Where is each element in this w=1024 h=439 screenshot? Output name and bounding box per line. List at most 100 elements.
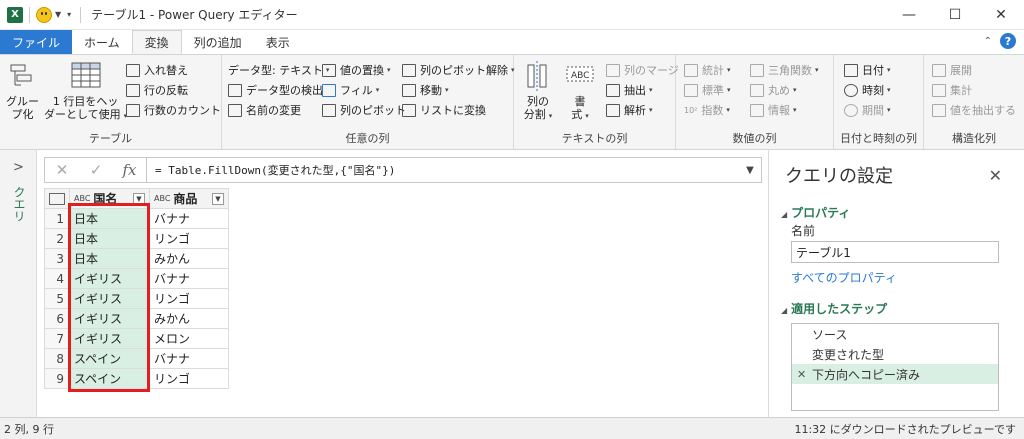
cell-country[interactable]: スペイン [69, 348, 150, 369]
queries-pane-collapsed[interactable]: > クエリ [0, 150, 37, 417]
row-number[interactable]: 4 [44, 268, 70, 289]
quick-access-dropdown-icon[interactable]: ▾ [67, 10, 71, 19]
filter-dropdown-icon[interactable]: ▼ [212, 192, 224, 205]
expand-formula-chevron-icon[interactable]: ▼ [739, 165, 761, 176]
reverse-rows-button[interactable]: 行の反転 [126, 81, 188, 99]
parse-button[interactable]: 解析 ▾ [606, 101, 653, 119]
cell-product[interactable]: バナナ [149, 208, 229, 229]
duration-button[interactable]: 期間 ▾ [844, 101, 891, 119]
step-label: 下方向へコピー済み [812, 367, 921, 382]
close-settings-icon[interactable]: ✕ [989, 166, 1002, 185]
help-icon[interactable]: ? [1000, 33, 1016, 49]
expand-queries-chevron-icon[interactable]: > [13, 160, 24, 175]
cell-country[interactable]: イギリス [69, 328, 150, 349]
extract-button[interactable]: 抽出 ▾ [606, 81, 653, 99]
cell-country[interactable]: 日本 [69, 248, 150, 269]
replace-values-button[interactable]: 値の置換 ▾ [322, 61, 391, 79]
expand-button[interactable]: 展開 [932, 61, 972, 79]
cell-product[interactable]: リンゴ [149, 288, 229, 309]
applied-steps-section-header[interactable]: ◢ 適用したステップ [781, 300, 887, 317]
all-properties-link[interactable]: すべてのプロパティ [791, 269, 897, 286]
move-dropdown-icon: ▾ [445, 86, 449, 94]
cell-country[interactable]: イギリス [69, 308, 150, 329]
statistics-button[interactable]: 統計 ▾ [684, 61, 731, 79]
standard-button[interactable]: 標準 ▾ [684, 81, 731, 99]
cell-country[interactable]: 日本 [69, 228, 150, 249]
step-item-selected[interactable]: ✕ 下方向へコピー済み [792, 364, 998, 384]
pivot-column-button[interactable]: 列のピボット [322, 101, 406, 119]
step-item[interactable]: 変更された型 [792, 344, 998, 364]
split-column-button[interactable]: 列の 分割 ▾ [522, 61, 554, 123]
row-number[interactable]: 6 [44, 308, 70, 329]
rename-button[interactable]: 名前の変更 [228, 101, 301, 119]
move-button[interactable]: 移動 ▾ [402, 81, 449, 99]
cancel-formula-button[interactable]: ✕ [45, 158, 79, 182]
merge-columns-button[interactable]: 列のマージ [606, 61, 679, 79]
aggregate-button[interactable]: 集計 [932, 81, 972, 99]
table-menu-corner[interactable] [44, 188, 70, 209]
query-name-input[interactable]: テーブル1 [791, 241, 999, 263]
cell-country[interactable]: 日本 [69, 208, 150, 229]
row-number[interactable]: 1 [44, 208, 70, 229]
close-window-button[interactable]: ✕ [978, 0, 1024, 30]
cell-country[interactable]: イギリス [69, 268, 150, 289]
smiley-feedback-icon[interactable] [36, 6, 52, 23]
date-button[interactable]: 日付 ▾ [844, 61, 891, 79]
expand-icon [932, 63, 946, 77]
extract-values-button[interactable]: 値を抽出する [932, 101, 1016, 119]
format-button[interactable]: ABC 書 式 ▾ [564, 61, 596, 123]
row-number[interactable]: 2 [44, 228, 70, 249]
fill-button[interactable]: フィル ▾ [322, 81, 379, 99]
cell-product[interactable]: メロン [149, 328, 229, 349]
tab-home[interactable]: ホーム [72, 30, 132, 54]
group-by-button[interactable]: グルー プ化 [6, 61, 39, 121]
fx-icon[interactable]: fx [113, 158, 147, 182]
row-number[interactable]: 7 [44, 328, 70, 349]
cell-product[interactable]: リンゴ [149, 228, 229, 249]
cell-product[interactable]: みかん [149, 308, 229, 329]
cell-product[interactable]: リンゴ [149, 368, 229, 389]
text-type-icon[interactable]: ABC [74, 194, 90, 203]
formula-input[interactable]: = Table.FillDown(変更された型,{"国名"}) [147, 162, 739, 178]
duration-dropdown-icon: ▾ [887, 106, 891, 114]
tab-file[interactable]: ファイル [0, 30, 73, 54]
step-item[interactable]: ソース [792, 324, 998, 344]
delete-step-icon[interactable]: ✕ [797, 368, 806, 381]
rounding-button[interactable]: 丸め ▾ [750, 81, 797, 99]
tab-add-column[interactable]: 列の追加 [182, 30, 254, 54]
unpivot-button[interactable]: 列のピボット解除 ▾ [402, 61, 515, 79]
collapse-ribbon-icon[interactable]: ⌃ [984, 36, 992, 47]
row-number[interactable]: 5 [44, 288, 70, 309]
text-type-icon[interactable]: ABC [154, 194, 170, 203]
convert-to-list-button[interactable]: リストに変換 [402, 101, 486, 119]
column-header-country[interactable]: ABC 国名 ▼ [69, 188, 150, 209]
cell-country[interactable]: スペイン [69, 368, 150, 389]
tab-view[interactable]: 表示 [254, 30, 302, 54]
column-header-product[interactable]: ABC 商品 ▼ [149, 188, 229, 209]
row-number[interactable]: 3 [44, 248, 70, 269]
confirm-formula-button[interactable]: ✓ [79, 158, 113, 182]
trigonometry-button[interactable]: 三角関数 ▾ [750, 61, 819, 79]
row-number[interactable]: 8 [44, 348, 70, 369]
cell-product[interactable]: バナナ [149, 348, 229, 369]
queries-pane-label[interactable]: クエリ [11, 186, 28, 222]
cell-country[interactable]: イギリス [69, 288, 150, 309]
information-button[interactable]: 情報 ▾ [750, 101, 797, 119]
datatype-dropdown[interactable]: データ型: テキスト ▾ [228, 61, 329, 79]
minimize-button[interactable]: — [886, 0, 932, 30]
filter-dropdown-icon[interactable]: ▼ [133, 192, 145, 205]
smiley-dropdown-icon[interactable]: ▼ [55, 10, 61, 19]
cell-product[interactable]: みかん [149, 248, 229, 269]
scientific-button[interactable]: 10² 指数 ▾ [684, 101, 730, 119]
count-rows-button[interactable]: 行数のカウント [126, 101, 221, 119]
cell-product[interactable]: バナナ [149, 268, 229, 289]
transpose-button[interactable]: 入れ替え [126, 61, 188, 79]
maximize-button[interactable]: ☐ [932, 0, 978, 30]
time-button[interactable]: 時刻 ▾ [844, 81, 891, 99]
group-by-label-1: グルー [6, 95, 39, 108]
use-first-row-button[interactable]: 1 行目をヘッ ダーとして使用 ▾ [44, 61, 127, 123]
properties-section-header[interactable]: ◢ プロパティ [781, 204, 850, 221]
row-number[interactable]: 9 [44, 368, 70, 389]
detect-datatype-button[interactable]: データ型の検出 [228, 81, 323, 99]
tab-transform[interactable]: 変換 [131, 30, 182, 54]
